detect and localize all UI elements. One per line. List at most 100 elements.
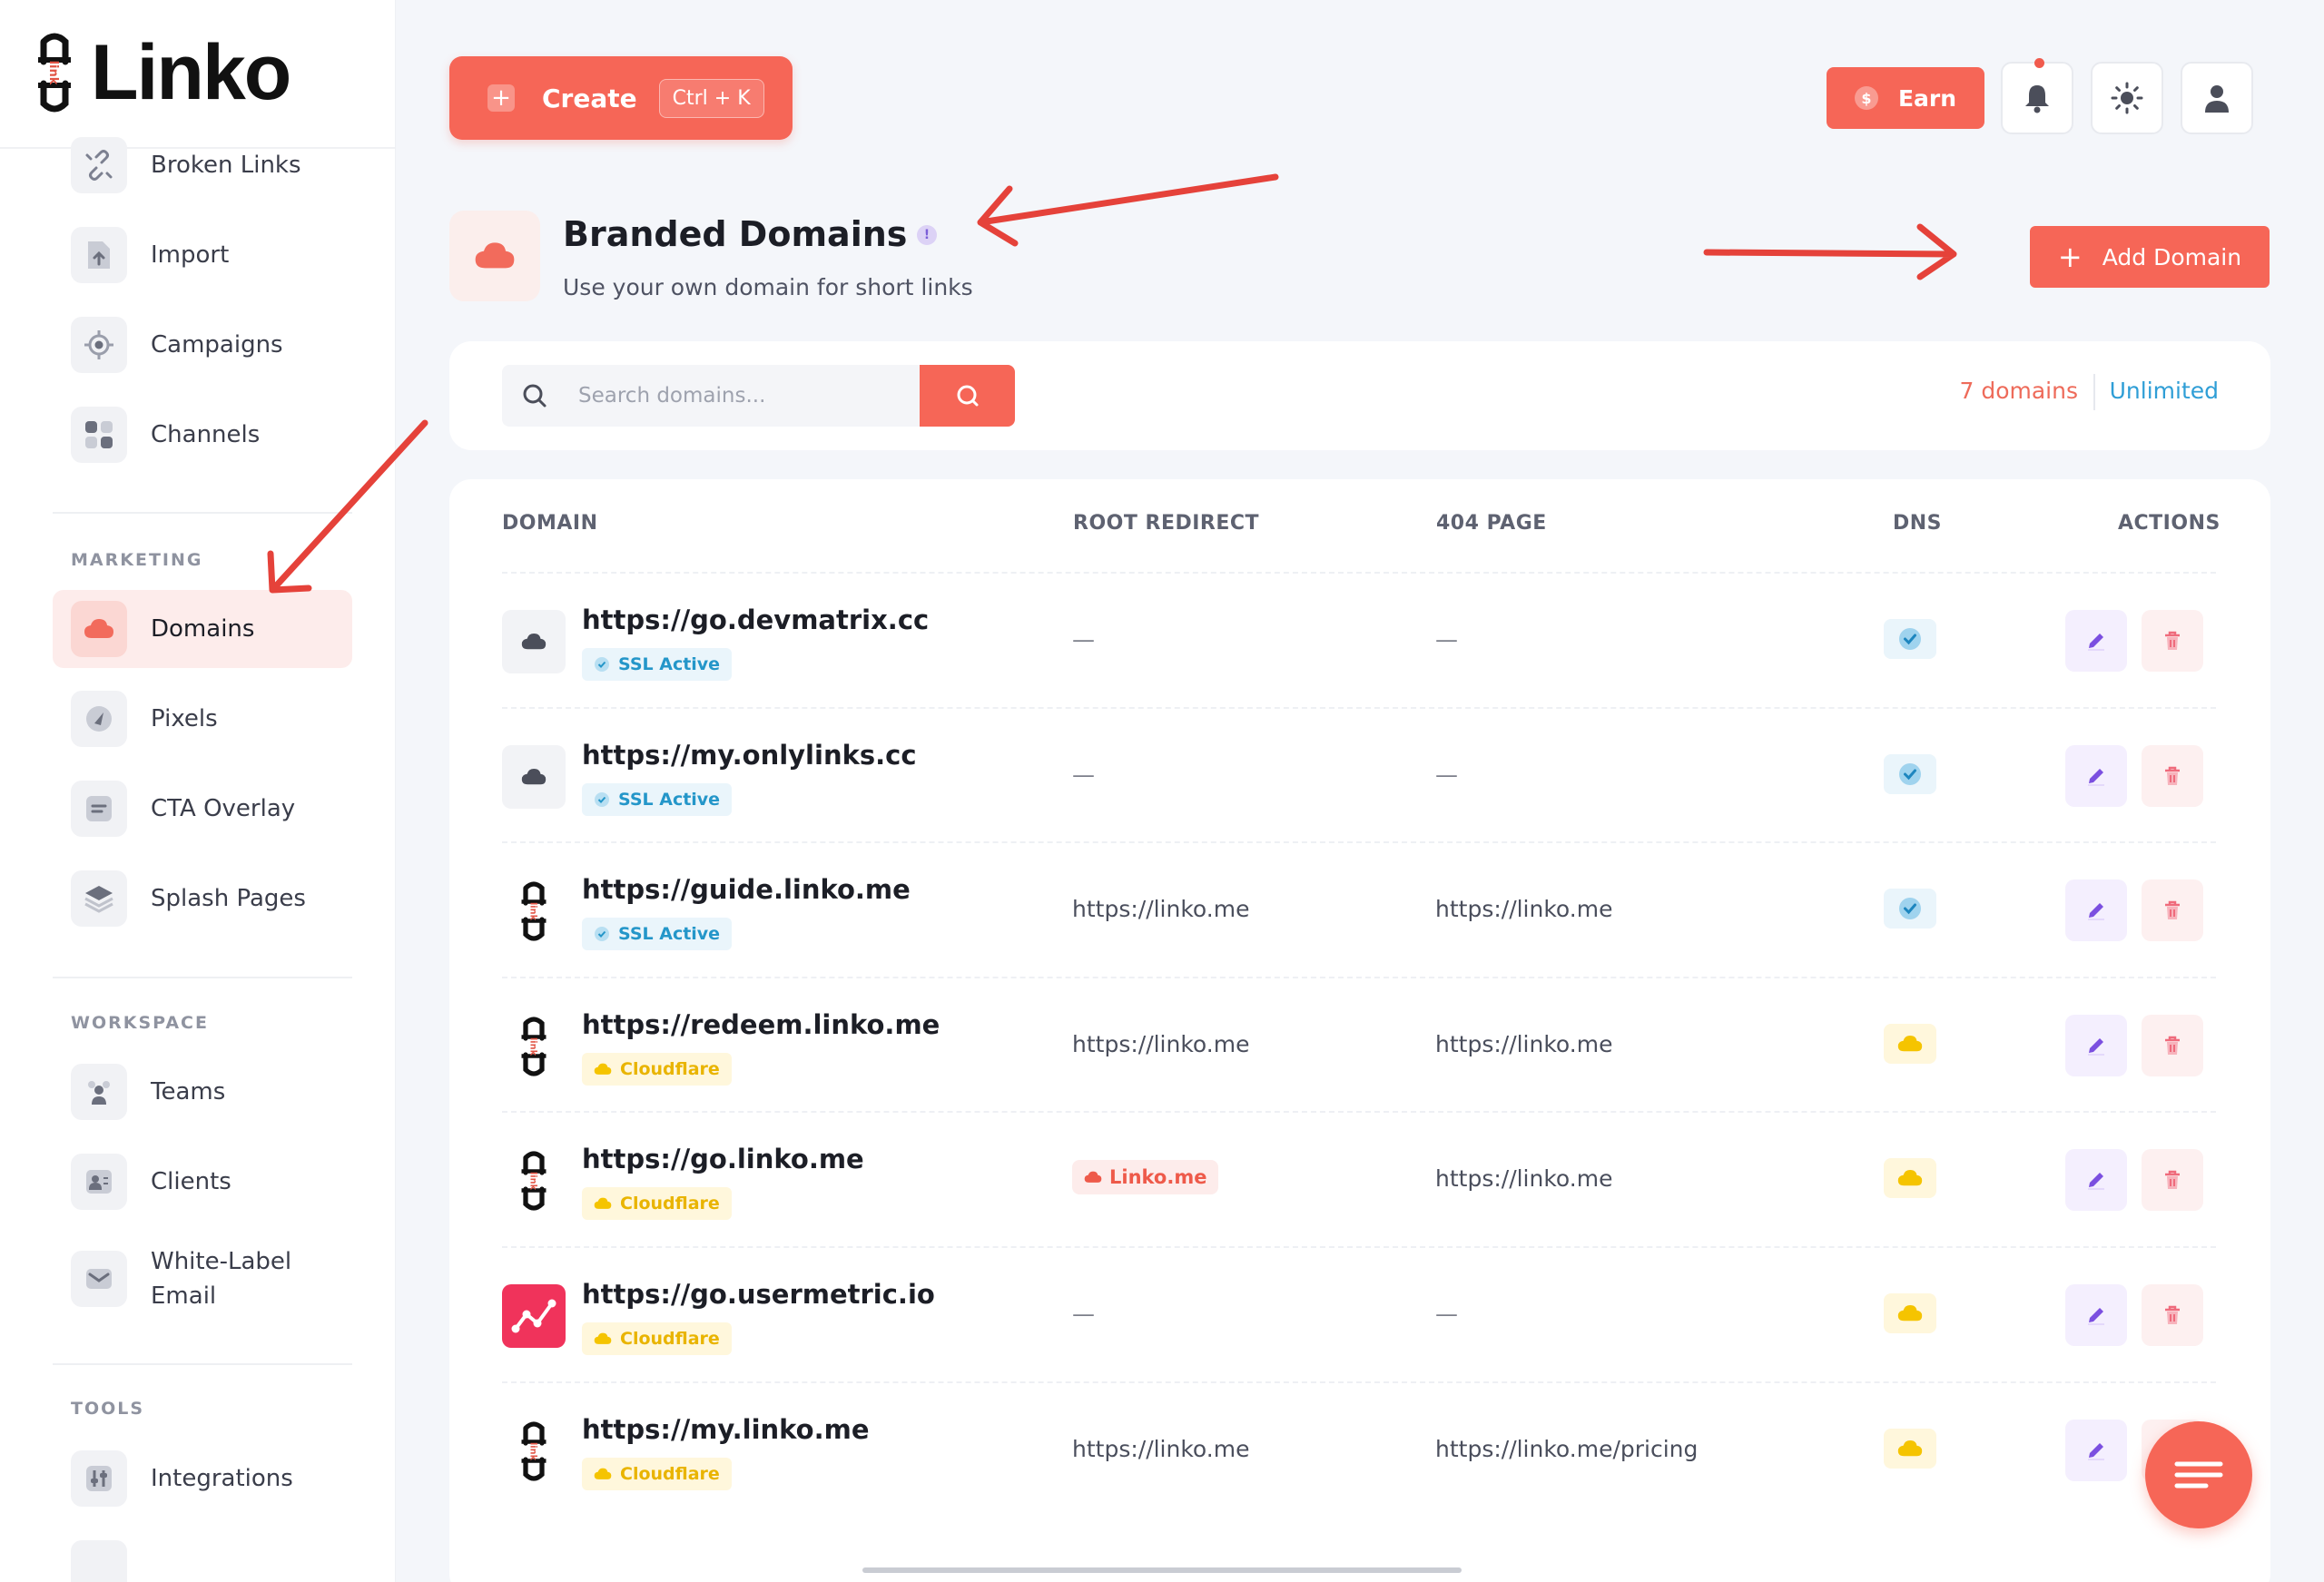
section-label-workspace: WORKSPACE [71, 1013, 209, 1033]
teams-icon [71, 1064, 127, 1120]
domain-url[interactable]: https://go.devmatrix.cc [582, 604, 929, 635]
delete-button[interactable] [2142, 1014, 2203, 1076]
page-subtitle: Use your own domain for short links [563, 274, 973, 300]
theme-toggle-button[interactable] [2091, 62, 2163, 134]
sidebar-item-import[interactable]: Import [53, 216, 352, 294]
table-row[interactable]: https://my.onlylinks.cc SSL Active — — [502, 706, 2216, 841]
sidebar-item-splash-pages[interactable]: Splash Pages [53, 860, 352, 938]
pencil-icon [2085, 1035, 2107, 1056]
edit-button[interactable] [2065, 1014, 2127, 1076]
create-button[interactable]: + Create Ctrl + K [449, 56, 793, 140]
table-row[interactable]: link https://redeem.linko.me Cloudflare htt… [502, 976, 2216, 1111]
edit-button[interactable] [2065, 1419, 2127, 1481]
table-row[interactable]: link https://guide.linko.me SSL Active http… [502, 841, 2216, 976]
cloud-icon [71, 601, 127, 657]
badge-label: Cloudflare [620, 1329, 720, 1349]
sidebar-item-broken-links[interactable]: Broken Links [53, 126, 352, 204]
pencil-icon [2085, 1169, 2107, 1191]
analytics-logo-icon [510, 1298, 557, 1334]
domain-url[interactable]: https://go.usermetric.io [582, 1279, 935, 1310]
delete-button[interactable] [2142, 744, 2203, 807]
domain-url[interactable]: https://my.onlylinks.cc [582, 740, 917, 771]
table-row[interactable]: https://go.usermetric.io Cloudflare — — [502, 1246, 2216, 1381]
domain-url[interactable]: https://my.linko.me [582, 1414, 870, 1445]
root-redirect-value: https://linko.me [1072, 1435, 1250, 1462]
delete-button[interactable] [2142, 1149, 2203, 1212]
404-page-value: https://linko.me [1435, 896, 1613, 923]
add-domain-label: Add Domain [2102, 243, 2242, 270]
404-page-value: https://linko.me [1435, 1030, 1613, 1057]
broken-link-icon [71, 137, 127, 193]
delete-button[interactable] [2142, 1284, 2203, 1346]
root-redirect-value: https://linko.me [1072, 896, 1250, 923]
cloud-icon [594, 1063, 612, 1076]
delete-button[interactable] [2142, 879, 2203, 942]
section-label-tools: TOOLS [71, 1399, 145, 1419]
sidebar-item-clients[interactable]: Clients [53, 1143, 352, 1221]
sidebar-item-campaigns[interactable]: Campaigns [53, 306, 352, 384]
sidebar-item-domains[interactable]: Domains [53, 590, 352, 668]
sidebar-item-pixels[interactable]: Pixels [53, 680, 352, 758]
count-divider [2093, 374, 2095, 410]
plus-icon: + [487, 84, 515, 112]
profile-button[interactable] [2181, 62, 2253, 134]
cloud-icon [1897, 1035, 1923, 1053]
notifications-button[interactable] [2001, 58, 2073, 134]
edit-button[interactable] [2065, 1284, 2127, 1346]
overlay-icon [71, 781, 127, 837]
table-row[interactable]: link https://my.linko.me Cloudflare https:/… [502, 1381, 2216, 1516]
badge-label: SSL Active [618, 789, 721, 810]
sidebar-item-label: Broken Links [151, 152, 301, 179]
sidebar-item-white-label-email[interactable]: White-Label Email [53, 1233, 352, 1325]
delete-button[interactable] [2142, 610, 2203, 672]
root-redirect-value: — [1072, 1301, 1095, 1327]
sidebar-item-teams[interactable]: Teams [53, 1053, 352, 1131]
domain-url[interactable]: https://guide.linko.me [582, 874, 911, 905]
domain-status-badge: Cloudflare [582, 1457, 732, 1490]
sun-icon [2111, 82, 2143, 114]
check-circle-icon [1897, 896, 1923, 921]
menu-fab-button[interactable] [2145, 1421, 2252, 1528]
dns-verified-badge[interactable] [1884, 889, 1936, 929]
sidebar-item-partial[interactable] [53, 1529, 352, 1582]
search-icon [957, 385, 978, 407]
sidebar-item-channels[interactable]: Channels [53, 396, 352, 474]
edit-button[interactable] [2065, 744, 2127, 807]
plan-limit: Unlimited [2109, 378, 2219, 404]
edit-button[interactable] [2065, 879, 2127, 942]
trash-icon [2162, 899, 2182, 921]
create-label: Create [542, 83, 637, 113]
root-redirect-pill[interactable]: Linko.me [1072, 1160, 1219, 1195]
sidebar-item-cta-overlay[interactable]: CTA Overlay [53, 770, 352, 848]
edit-button[interactable] [2065, 610, 2127, 672]
dns-cloudflare-badge[interactable] [1884, 1428, 1936, 1469]
grid-icon [71, 407, 127, 463]
sidebar-item-integrations[interactable]: Integrations [53, 1440, 352, 1518]
info-icon[interactable]: ! [917, 225, 937, 245]
search-input[interactable] [578, 384, 905, 408]
app-logo[interactable]: link Linko [27, 27, 291, 118]
sidebar-item-label: Teams [151, 1078, 226, 1105]
pixel-icon [71, 691, 127, 747]
dns-verified-badge[interactable] [1884, 619, 1936, 659]
linko-logo-icon: link [511, 1148, 556, 1214]
table-row[interactable]: link https://go.linko.me Cloudflare Linko.m… [502, 1111, 2216, 1245]
domain-count: 7 domains [1959, 378, 2078, 404]
earn-button[interactable]: $ Earn [1827, 67, 1984, 129]
dns-cloudflare-badge[interactable] [1884, 1158, 1936, 1199]
search-button[interactable] [920, 365, 1015, 427]
domain-url[interactable]: https://redeem.linko.me [582, 1009, 940, 1040]
dns-cloudflare-badge[interactable] [1884, 1293, 1936, 1333]
domain-url[interactable]: https://go.linko.me [582, 1144, 864, 1174]
table-row[interactable]: https://go.devmatrix.cc SSL Active — — [502, 572, 2216, 706]
edit-button[interactable] [2065, 1149, 2127, 1212]
404-page-value: — [1435, 761, 1458, 788]
horizontal-scrollbar[interactable] [862, 1567, 1462, 1573]
dns-cloudflare-badge[interactable] [1884, 1023, 1936, 1064]
import-icon [71, 227, 127, 283]
add-domain-button[interactable]: + Add Domain [2030, 226, 2270, 288]
dns-verified-badge[interactable] [1884, 753, 1936, 794]
sidebar-divider [53, 1363, 352, 1365]
trash-icon [2162, 765, 2182, 787]
menu-icon [2174, 1461, 2223, 1489]
